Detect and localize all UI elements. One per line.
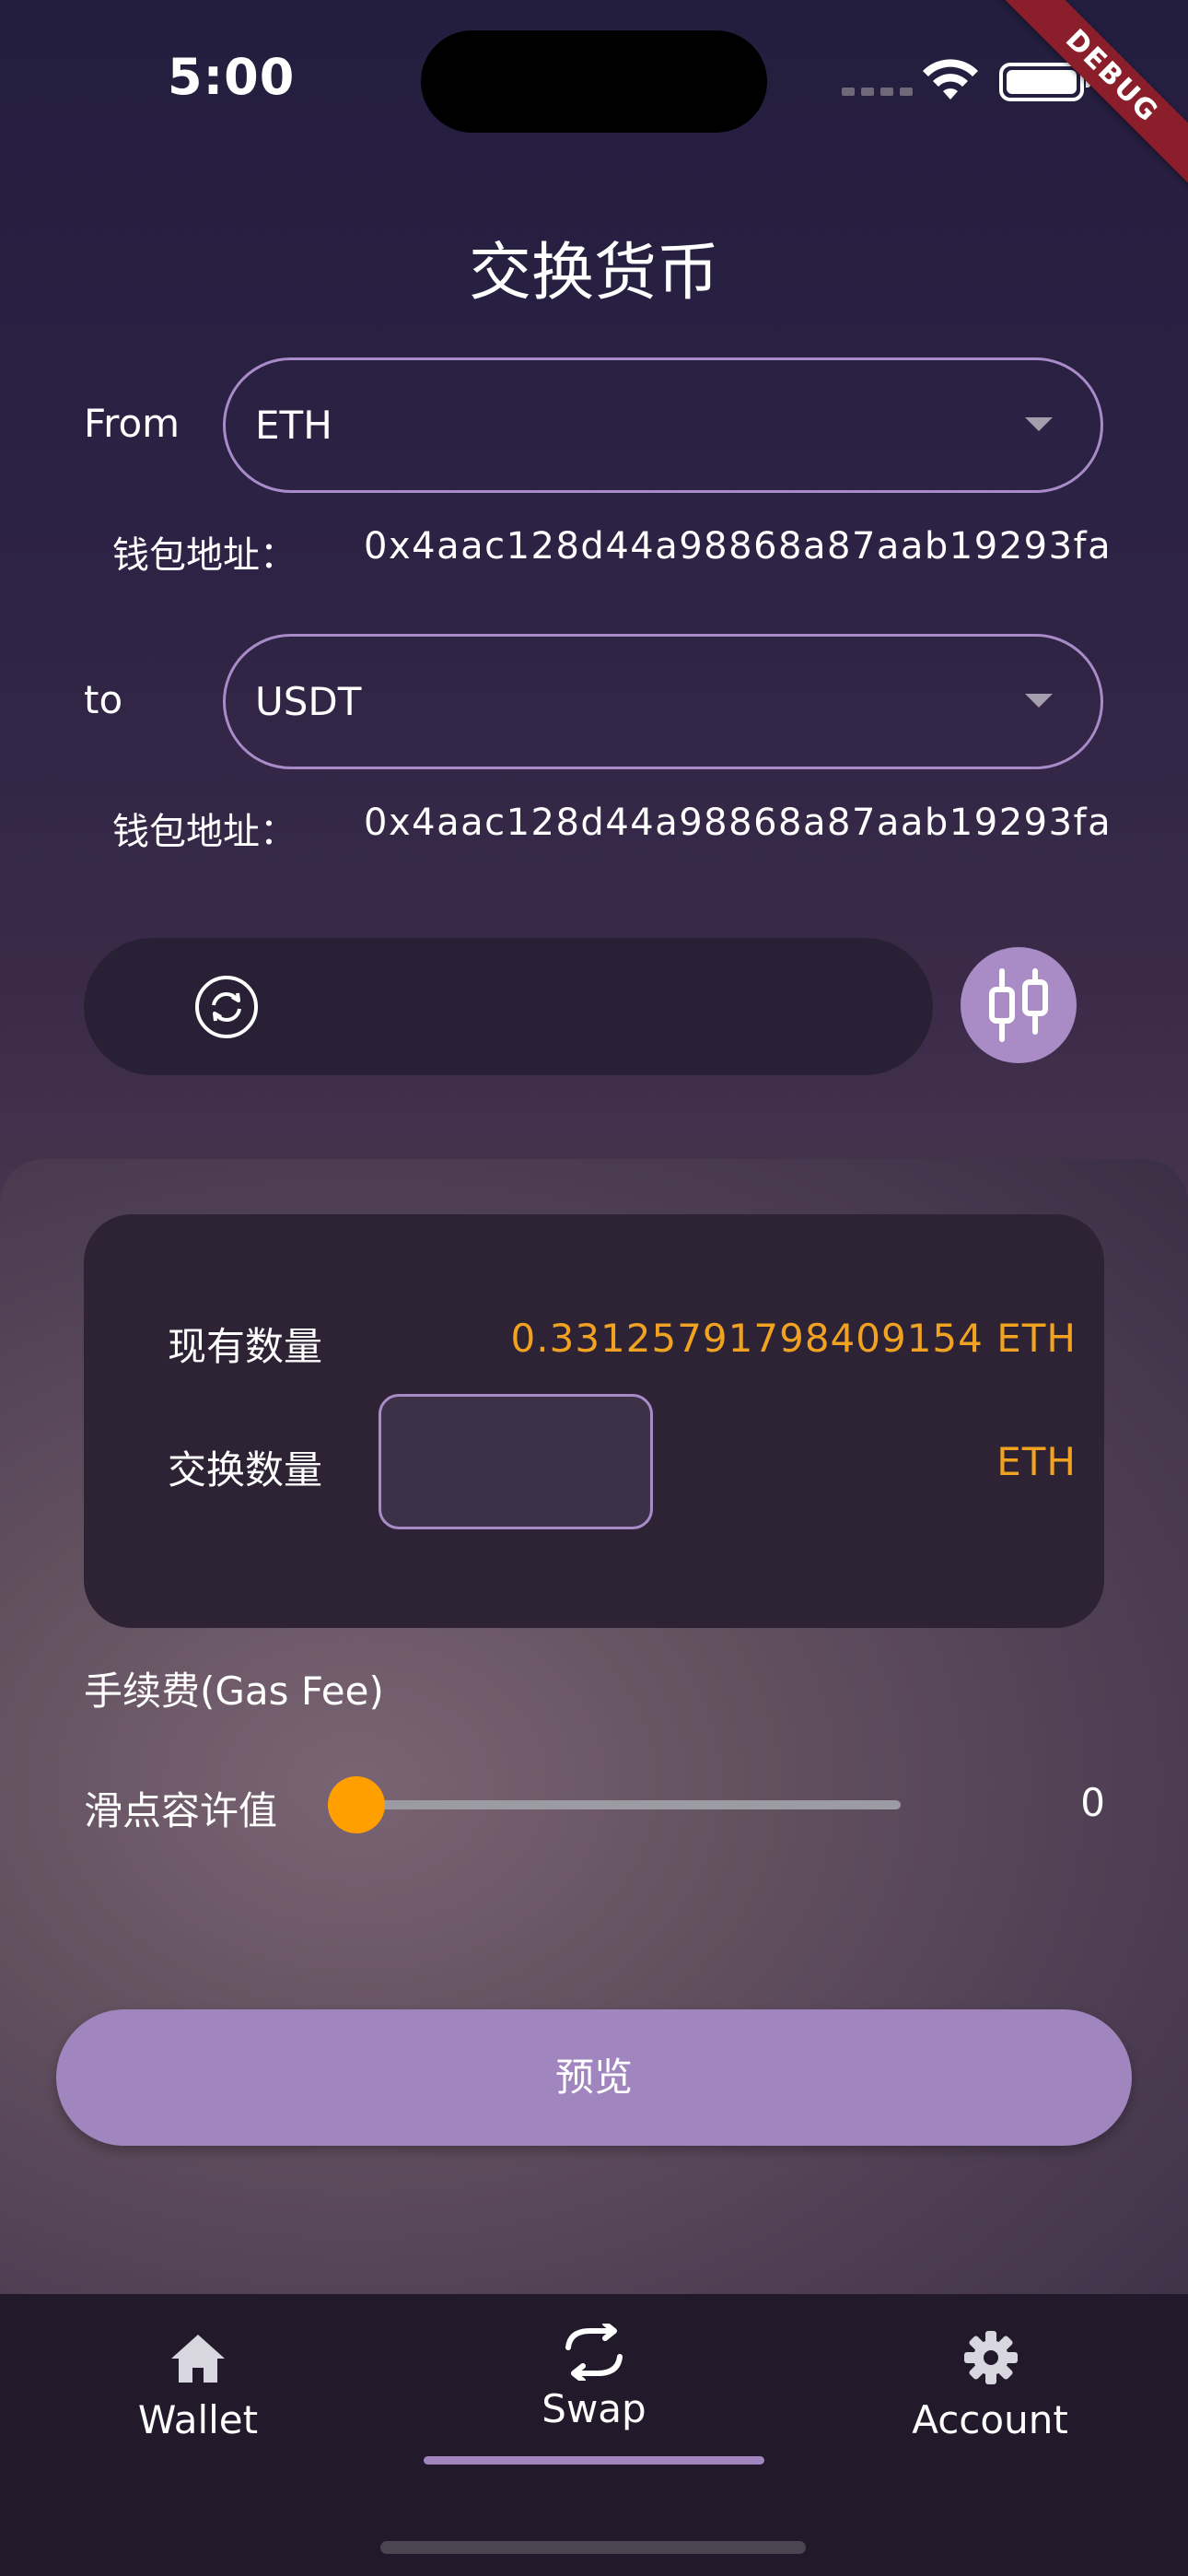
- swap-amount-unit: ETH: [996, 1439, 1077, 1484]
- preview-button[interactable]: 预览: [56, 2009, 1132, 2146]
- chevron-down-icon: [1025, 694, 1053, 708]
- to-currency-value: USDT: [255, 679, 362, 724]
- to-address-label: 钱包地址：: [112, 811, 297, 853]
- page-title: 交换货币: [468, 237, 719, 310]
- nav-item-swap[interactable]: Swap: [396, 2294, 792, 2478]
- swap-screen: 5:00 DEBUG 交换货币 From ETH 钱包地址： 0x4aac128…: [0, 0, 1188, 2576]
- from-currency-value: ETH: [255, 403, 332, 448]
- nav-label-wallet: Wallet: [137, 2397, 259, 2442]
- slippage-value: 0: [1080, 1780, 1105, 1825]
- status-time: 5:00: [168, 48, 296, 106]
- swap-amount-input[interactable]: [379, 1394, 653, 1529]
- home-indicator: [380, 2541, 806, 2554]
- slippage-label: 滑点容许值: [84, 1788, 278, 1833]
- from-currency-dropdown[interactable]: ETH: [223, 357, 1103, 493]
- home-icon: [171, 2335, 225, 2383]
- to-label: to: [84, 677, 123, 722]
- to-address-value: 0x4aac128d44a98868a87aab19293fa: [364, 802, 1112, 844]
- gear-icon: [964, 2331, 1018, 2384]
- gas-fee-label: 手续费(Gas Fee): [84, 1669, 384, 1714]
- bottom-nav: Wallet Swap Account: [0, 2294, 1188, 2576]
- swap-direction-bar: [84, 938, 933, 1075]
- nav-label-swap: Swap: [542, 2386, 646, 2431]
- balance-value: 0.33125791798409154 ETH: [510, 1316, 1077, 1361]
- dynamic-island: [421, 30, 767, 133]
- swap-icon: [565, 2324, 623, 2381]
- wifi-icon: [923, 59, 978, 100]
- from-address-value: 0x4aac128d44a98868a87aab19293fa: [364, 525, 1112, 568]
- from-label: From: [84, 401, 181, 446]
- balance-label: 现有数量: [168, 1324, 323, 1369]
- slippage-slider-thumb[interactable]: [328, 1776, 385, 1833]
- from-address-label: 钱包地址：: [112, 534, 297, 577]
- refresh-icon[interactable]: [194, 975, 259, 1039]
- nav-item-account[interactable]: Account: [792, 2294, 1188, 2478]
- nav-item-wallet[interactable]: Wallet: [0, 2294, 396, 2478]
- chevron-down-icon: [1025, 417, 1053, 431]
- amount-card: 现有数量 0.33125791798409154 ETH 交换数量 ETH: [84, 1214, 1104, 1628]
- to-currency-dropdown[interactable]: USDT: [223, 634, 1103, 769]
- battery-icon: [999, 63, 1090, 101]
- nav-label-account: Account: [912, 2397, 1068, 2442]
- slippage-slider-track[interactable]: [357, 1800, 901, 1809]
- cellular-signal-icon: [842, 88, 913, 96]
- candlestick-chart-button[interactable]: [961, 947, 1077, 1063]
- candlestick-icon: [989, 968, 1048, 1042]
- swap-amount-label: 交换数量: [168, 1447, 323, 1493]
- active-tab-indicator: [424, 2456, 764, 2465]
